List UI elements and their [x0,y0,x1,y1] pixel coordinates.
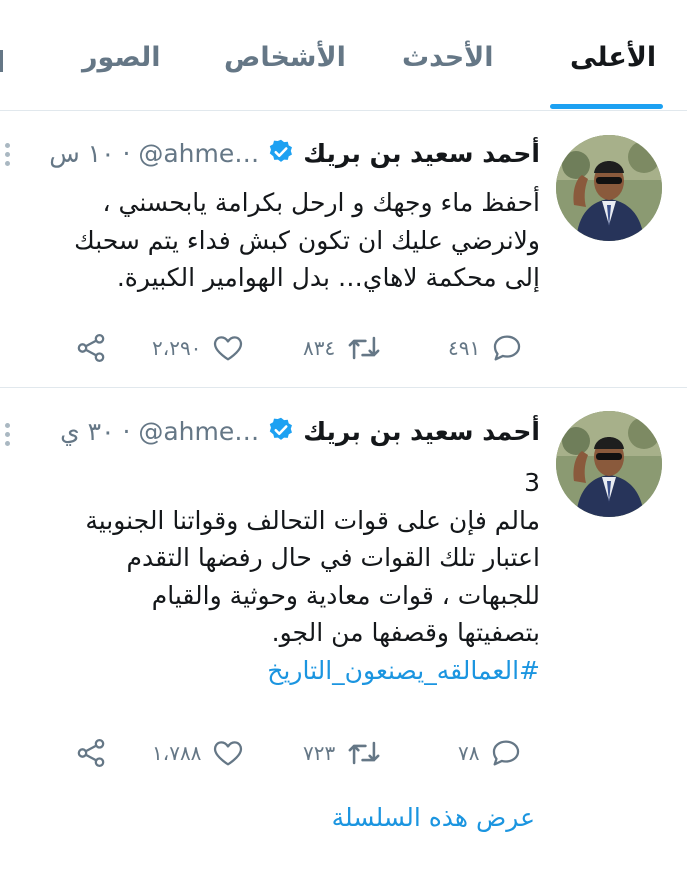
reply-button[interactable]: ٧٨ [458,733,523,773]
tweet-header: أحمد سعيد بن بريك@ahme… · ٣٠ ي [60,416,540,452]
like-button[interactable]: ١،٧٨٨ [152,733,245,773]
tweet-header: أحمد سعيد بن بريك@ahme… · ١٠ س [49,138,540,174]
tweet-text: أحفظ ماء وجهك و ارحل بكرامة يابحسني ، ول… [0,184,540,297]
tweet-line: أحفظ ماء وجهك و ارحل بكرامة يابحسني ، [102,188,541,217]
retweet-button[interactable]: ٧٢٣ [303,733,383,773]
tweet-line: ولانرضي عليك ان تكون كبش فداء يتم سحبك [74,225,540,255]
tab-people[interactable]: الأشخاص [224,42,346,73]
like-count: ١،٧٨٨ [152,741,202,765]
reply-icon [493,740,520,766]
show-thread-link[interactable]: عرض هذه السلسلة [332,803,535,832]
reply-count: ٧٨ [458,741,480,765]
tweet-line: إلى محكمة لاهاي… بدل الهوامير الكبيرة. [116,263,540,292]
heart-icon [214,741,243,766]
tab-top[interactable]: الأعلى [570,42,656,73]
heart-icon [214,336,243,361]
like-count: ٢،٢٩٠ [152,336,202,360]
retweet-count: ٨٣٤ [303,336,336,360]
tweet[interactable]: أحمد سعيد بن بريك@ahme… · ٣٠ ي 3 مالم فإ… [0,388,687,888]
tweet-line: مالم فإن على قوات التحالف وقواتنا الجنوب… [85,505,540,535]
tweet-line: للجبهات ، قوات معادية وحوثية والقيام [151,580,540,610]
tweet-line: 3 [524,468,540,497]
avatar[interactable] [556,411,662,517]
retweet-count: ٧٢٣ [303,741,336,765]
avatar[interactable] [556,135,662,241]
like-button[interactable]: ٢،٢٩٠ [152,328,245,368]
share-icon [77,333,105,363]
active-tab-indicator [550,104,663,109]
reply-icon [494,335,521,361]
verified-badge-icon [267,138,295,172]
avatar-image [556,411,662,517]
reply-count: ٤٩١ [448,336,481,360]
search-tabs: الأعلى الأحدث الأشخاص الصور [0,0,687,111]
avatar-image [556,135,662,241]
share-icon [77,738,105,768]
retweet-icon [348,336,380,360]
tweet-text: 3 مالم فإن على قوات التحالف وقواتنا الجن… [0,464,540,689]
retweet-button[interactable]: ٨٣٤ [303,328,383,368]
share-button[interactable] [74,733,108,773]
tab-latest[interactable]: الأحدث [402,42,494,73]
tab-overflow-edge [0,50,3,72]
verified-badge-icon [267,416,295,450]
reply-button[interactable]: ٤٩١ [448,328,524,368]
author-name[interactable]: أحمد سعيد بن بريك [303,139,540,168]
tweet-line: بتصفيتها وقصفها من الجو. [271,618,540,647]
more-options-icon[interactable] [5,143,11,170]
hashtag-link[interactable]: #العمالقه_يصنعون_التاريخ [0,652,540,690]
author-handle[interactable]: @ahme… [138,139,259,168]
tweet-line: اعتبار تلك القوات في حال رفضها التقدم [126,543,540,572]
tweet-time[interactable]: ١٠ س [49,139,114,168]
more-options-icon[interactable] [5,423,11,450]
author-handle[interactable]: @ahme… [138,417,259,446]
author-name[interactable]: أحمد سعيد بن بريك [303,417,540,446]
tweet-actions: ٧٨ ٧٢٣ ١،٧٨٨ [0,733,687,773]
tweet-actions: ٤٩١ ٨٣٤ ٢،٢٩٠ [0,328,687,368]
share-button[interactable] [74,328,108,368]
tweet-time[interactable]: ٣٠ ي [60,417,114,446]
tab-photos[interactable]: الصور [82,42,160,73]
tweet[interactable]: أحمد سعيد بن بريك@ahme… · ١٠ س أحفظ ماء … [0,110,687,388]
retweet-icon [348,741,380,765]
